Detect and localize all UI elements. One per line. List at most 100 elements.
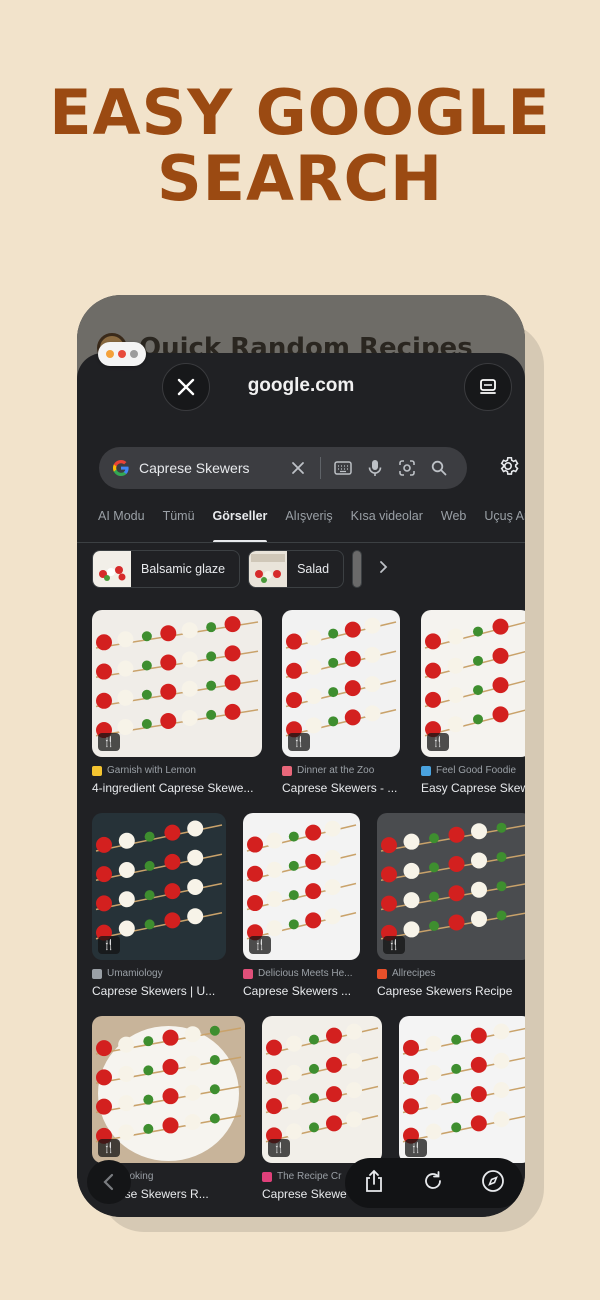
clear-icon bbox=[292, 462, 304, 474]
recipe-badge-icon: 🍴 bbox=[383, 936, 405, 954]
result-thumbnail[interactable]: 🍴 bbox=[92, 1016, 245, 1163]
compass-button[interactable] bbox=[481, 1169, 505, 1198]
source-name: Allrecipes bbox=[392, 968, 436, 979]
clear-button[interactable] bbox=[282, 452, 314, 484]
image-result-card[interactable]: 🍴 Feel Good Foodie Easy Caprese Skew bbox=[421, 610, 525, 795]
image-result-card[interactable]: 🍴 Allrecipes Caprese Skewers Recipe bbox=[377, 813, 525, 998]
image-result-card[interactable]: 🍴 Umamiology Caprese Skewers | U... bbox=[92, 813, 226, 998]
source-name: Dinner at the Zoo bbox=[297, 765, 375, 776]
result-thumbnail[interactable]: 🍴 bbox=[92, 813, 226, 960]
recipe-badge-icon: 🍴 bbox=[98, 733, 120, 751]
url-label[interactable]: google.com bbox=[77, 375, 525, 397]
result-source[interactable]: Dinner at the Zoo bbox=[282, 765, 400, 776]
share-button[interactable] bbox=[363, 1169, 385, 1198]
back-icon bbox=[103, 1173, 114, 1191]
share-icon bbox=[366, 1169, 383, 1192]
result-title[interactable]: Caprese Skewers Recipe bbox=[377, 984, 525, 998]
result-thumbnail[interactable]: 🍴 bbox=[262, 1016, 382, 1163]
lens-button[interactable] bbox=[391, 452, 423, 484]
chip-label: Balsamic glaze bbox=[141, 562, 226, 576]
favicon-icon bbox=[92, 968, 102, 979]
search-tabs: AI Modu Tümü Görseller Alışveriş Kısa videol… bbox=[77, 503, 525, 543]
tab-alışveriş[interactable]: Alışveriş bbox=[276, 503, 341, 542]
result-thumbnail[interactable]: 🍴 bbox=[399, 1016, 525, 1163]
image-result-card[interactable]: 🍴 bbox=[399, 1016, 525, 1163]
image-result-card[interactable]: 🍴 Dinner at the Zoo Caprese Skewers - ... bbox=[282, 610, 400, 795]
recipe-badge-icon: 🍴 bbox=[405, 1139, 427, 1157]
result-thumbnail[interactable]: 🍴 bbox=[243, 813, 360, 960]
result-title[interactable]: Easy Caprese Skew bbox=[421, 781, 525, 795]
browser-sheet: google.com Caprese Skewers AI Modu Tümü … bbox=[77, 353, 525, 1217]
chip-balsamic-glaze[interactable]: Balsamic glaze bbox=[92, 550, 241, 588]
result-title[interactable]: 4-ingredient Caprese Skewe... bbox=[92, 781, 262, 795]
result-source[interactable]: Garnish with Lemon bbox=[92, 765, 262, 776]
result-source[interactable]: Umamiology bbox=[92, 968, 226, 979]
tabs-button[interactable] bbox=[464, 363, 512, 411]
source-name: Umamiology bbox=[107, 968, 163, 979]
search-divider bbox=[320, 457, 321, 479]
image-result-card[interactable]: 🍴 Garnish with Lemon 4-ingredient Caprese … bbox=[92, 610, 262, 795]
chevron-right-icon bbox=[380, 560, 388, 573]
search-button[interactable] bbox=[423, 452, 455, 484]
keyboard-icon bbox=[334, 461, 352, 475]
chip-label: Salad bbox=[297, 562, 330, 576]
image-result-card[interactable]: 🍴 Delicious Meets He... Caprese Skewers ..… bbox=[243, 813, 360, 998]
back-button[interactable] bbox=[87, 1160, 131, 1204]
mic-icon bbox=[368, 460, 382, 476]
reload-icon bbox=[425, 1170, 441, 1189]
result-source[interactable]: Allrecipes bbox=[377, 968, 525, 979]
chip-partial[interactable] bbox=[352, 550, 363, 588]
chip-salad[interactable]: Salad bbox=[248, 550, 345, 588]
result-title[interactable]: Caprese Skewers | U... bbox=[92, 984, 226, 998]
source-name: The Recipe Cr bbox=[277, 1171, 342, 1182]
window-dot bbox=[106, 350, 114, 358]
result-thumbnail[interactable]: 🍴 bbox=[92, 610, 262, 757]
window-dot bbox=[130, 350, 138, 358]
lens-icon bbox=[399, 460, 415, 476]
tab-görseller[interactable]: Görseller bbox=[204, 503, 277, 542]
result-thumbnail[interactable]: 🍴 bbox=[282, 610, 400, 757]
result-title[interactable]: Caprese Skewers ... bbox=[243, 984, 360, 998]
tab-uçuş-ara[interactable]: Uçuş Ara bbox=[475, 503, 525, 542]
source-name: Feel Good Foodie bbox=[436, 765, 517, 776]
tab-tümü[interactable]: Tümü bbox=[154, 503, 204, 542]
recipe-badge-icon: 🍴 bbox=[288, 733, 310, 751]
settings-button[interactable] bbox=[497, 455, 519, 482]
favicon-icon bbox=[377, 968, 387, 979]
favicon-icon bbox=[421, 765, 431, 776]
tab-ai-modu[interactable]: AI Modu bbox=[77, 503, 154, 542]
result-thumbnail[interactable]: 🍴 bbox=[421, 610, 525, 757]
window-dot bbox=[118, 350, 126, 358]
chips-next-button[interactable] bbox=[378, 560, 390, 579]
phone-frame: Quick Random Recipes google.com Caprese … bbox=[77, 295, 525, 1217]
result-thumbnail[interactable]: 🍴 bbox=[377, 813, 525, 960]
result-source[interactable]: Feel Good Foodie bbox=[421, 765, 525, 776]
window-controls[interactable] bbox=[98, 342, 146, 366]
result-title[interactable]: Caprese Skewers - ... bbox=[282, 781, 400, 795]
favicon-icon bbox=[262, 1171, 272, 1182]
search-input[interactable]: Caprese Skewers bbox=[139, 460, 250, 476]
headline-line-1: EASY GOOGLE bbox=[49, 76, 551, 149]
reload-button[interactable] bbox=[422, 1170, 444, 1197]
promo-headline: EASY GOOGLE SEARCH bbox=[0, 80, 600, 212]
tab-kısa-videolar[interactable]: Kısa videolar bbox=[342, 503, 432, 542]
source-name: Delicious Meets He... bbox=[258, 968, 353, 979]
tabs-icon bbox=[480, 379, 496, 394]
recipe-badge-icon: 🍴 bbox=[268, 1139, 290, 1157]
search-icon bbox=[431, 460, 447, 476]
chip-thumbnail bbox=[249, 551, 288, 587]
recipe-badge-icon: 🍴 bbox=[98, 1139, 120, 1157]
recipe-badge-icon: 🍴 bbox=[427, 733, 449, 751]
keyboard-button[interactable] bbox=[327, 452, 359, 484]
bottom-toolbar bbox=[345, 1158, 523, 1208]
headline-line-2: SEARCH bbox=[156, 142, 444, 215]
voice-search-button[interactable] bbox=[359, 452, 391, 484]
tab-web[interactable]: Web bbox=[432, 503, 475, 542]
favicon-icon bbox=[243, 968, 253, 979]
compass-icon bbox=[481, 1169, 504, 1192]
result-source[interactable]: Delicious Meets He... bbox=[243, 968, 360, 979]
search-bar[interactable]: Caprese Skewers bbox=[99, 447, 467, 489]
favicon-icon bbox=[92, 765, 102, 776]
source-name: Garnish with Lemon bbox=[107, 765, 196, 776]
recipe-badge-icon: 🍴 bbox=[249, 936, 271, 954]
